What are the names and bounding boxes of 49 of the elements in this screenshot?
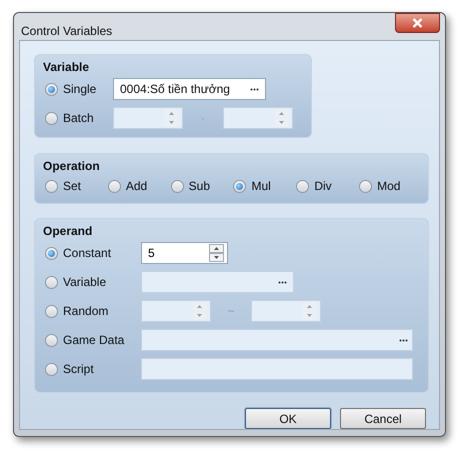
close-button[interactable] [395,13,440,33]
range-separator: · [200,110,206,127]
radio-button[interactable] [170,180,184,192]
dialog-button[interactable]: Cancel [340,408,426,429]
option-label: Script [63,361,94,378]
ellipsis-icon[interactable] [399,338,408,342]
radio-button[interactable] [296,180,310,192]
group-title: Operand [43,223,94,240]
option-label: Game Data [63,332,124,349]
dialog-button[interactable]: OK [245,408,331,429]
option-label: Div [314,178,332,195]
option-label: Mod [377,178,400,195]
close-icon[interactable] [412,18,423,28]
radio-button[interactable] [108,180,121,192]
ellipsis-icon[interactable] [278,280,287,284]
ellipsis-icon[interactable] [250,88,259,90]
radio-button[interactable] [45,362,58,376]
option-label: Mul [251,178,271,195]
radio-button[interactable] [45,304,58,318]
radio-button[interactable] [45,82,58,96]
spin-arrows-icon[interactable] [209,244,224,262]
group-title: Variable [43,59,90,76]
radio-button[interactable] [45,180,58,192]
option-label: Single [63,81,96,98]
radio-button[interactable] [45,112,58,124]
radio-button[interactable] [359,180,372,192]
picker-field[interactable] [141,329,413,351]
option-label: Add [126,178,148,195]
option-label: Variable [63,274,106,291]
number-field[interactable] [251,300,321,322]
radio-button[interactable] [233,180,246,192]
option-label: Set [63,178,82,195]
option-label: Constant [63,245,112,262]
option-label: Sub [188,178,210,195]
group-title: Operation [43,158,101,175]
range-separator: ~ [226,303,236,320]
number-field[interactable]: 5 [141,242,228,264]
picker-field[interactable] [141,271,294,293]
number-field[interactable] [223,107,293,129]
option-label: Random [63,303,108,320]
window-title: Control Variables [20,23,112,40]
radio-button[interactable] [45,334,58,346]
radio-button[interactable] [45,276,58,288]
number-field[interactable] [113,107,183,129]
script-field[interactable] [141,358,413,380]
radio-button[interactable] [45,246,58,260]
picker-field[interactable]: 0004:Số tiền thưởng [113,78,266,100]
number-field[interactable] [141,300,211,322]
option-label: Batch [63,110,94,127]
